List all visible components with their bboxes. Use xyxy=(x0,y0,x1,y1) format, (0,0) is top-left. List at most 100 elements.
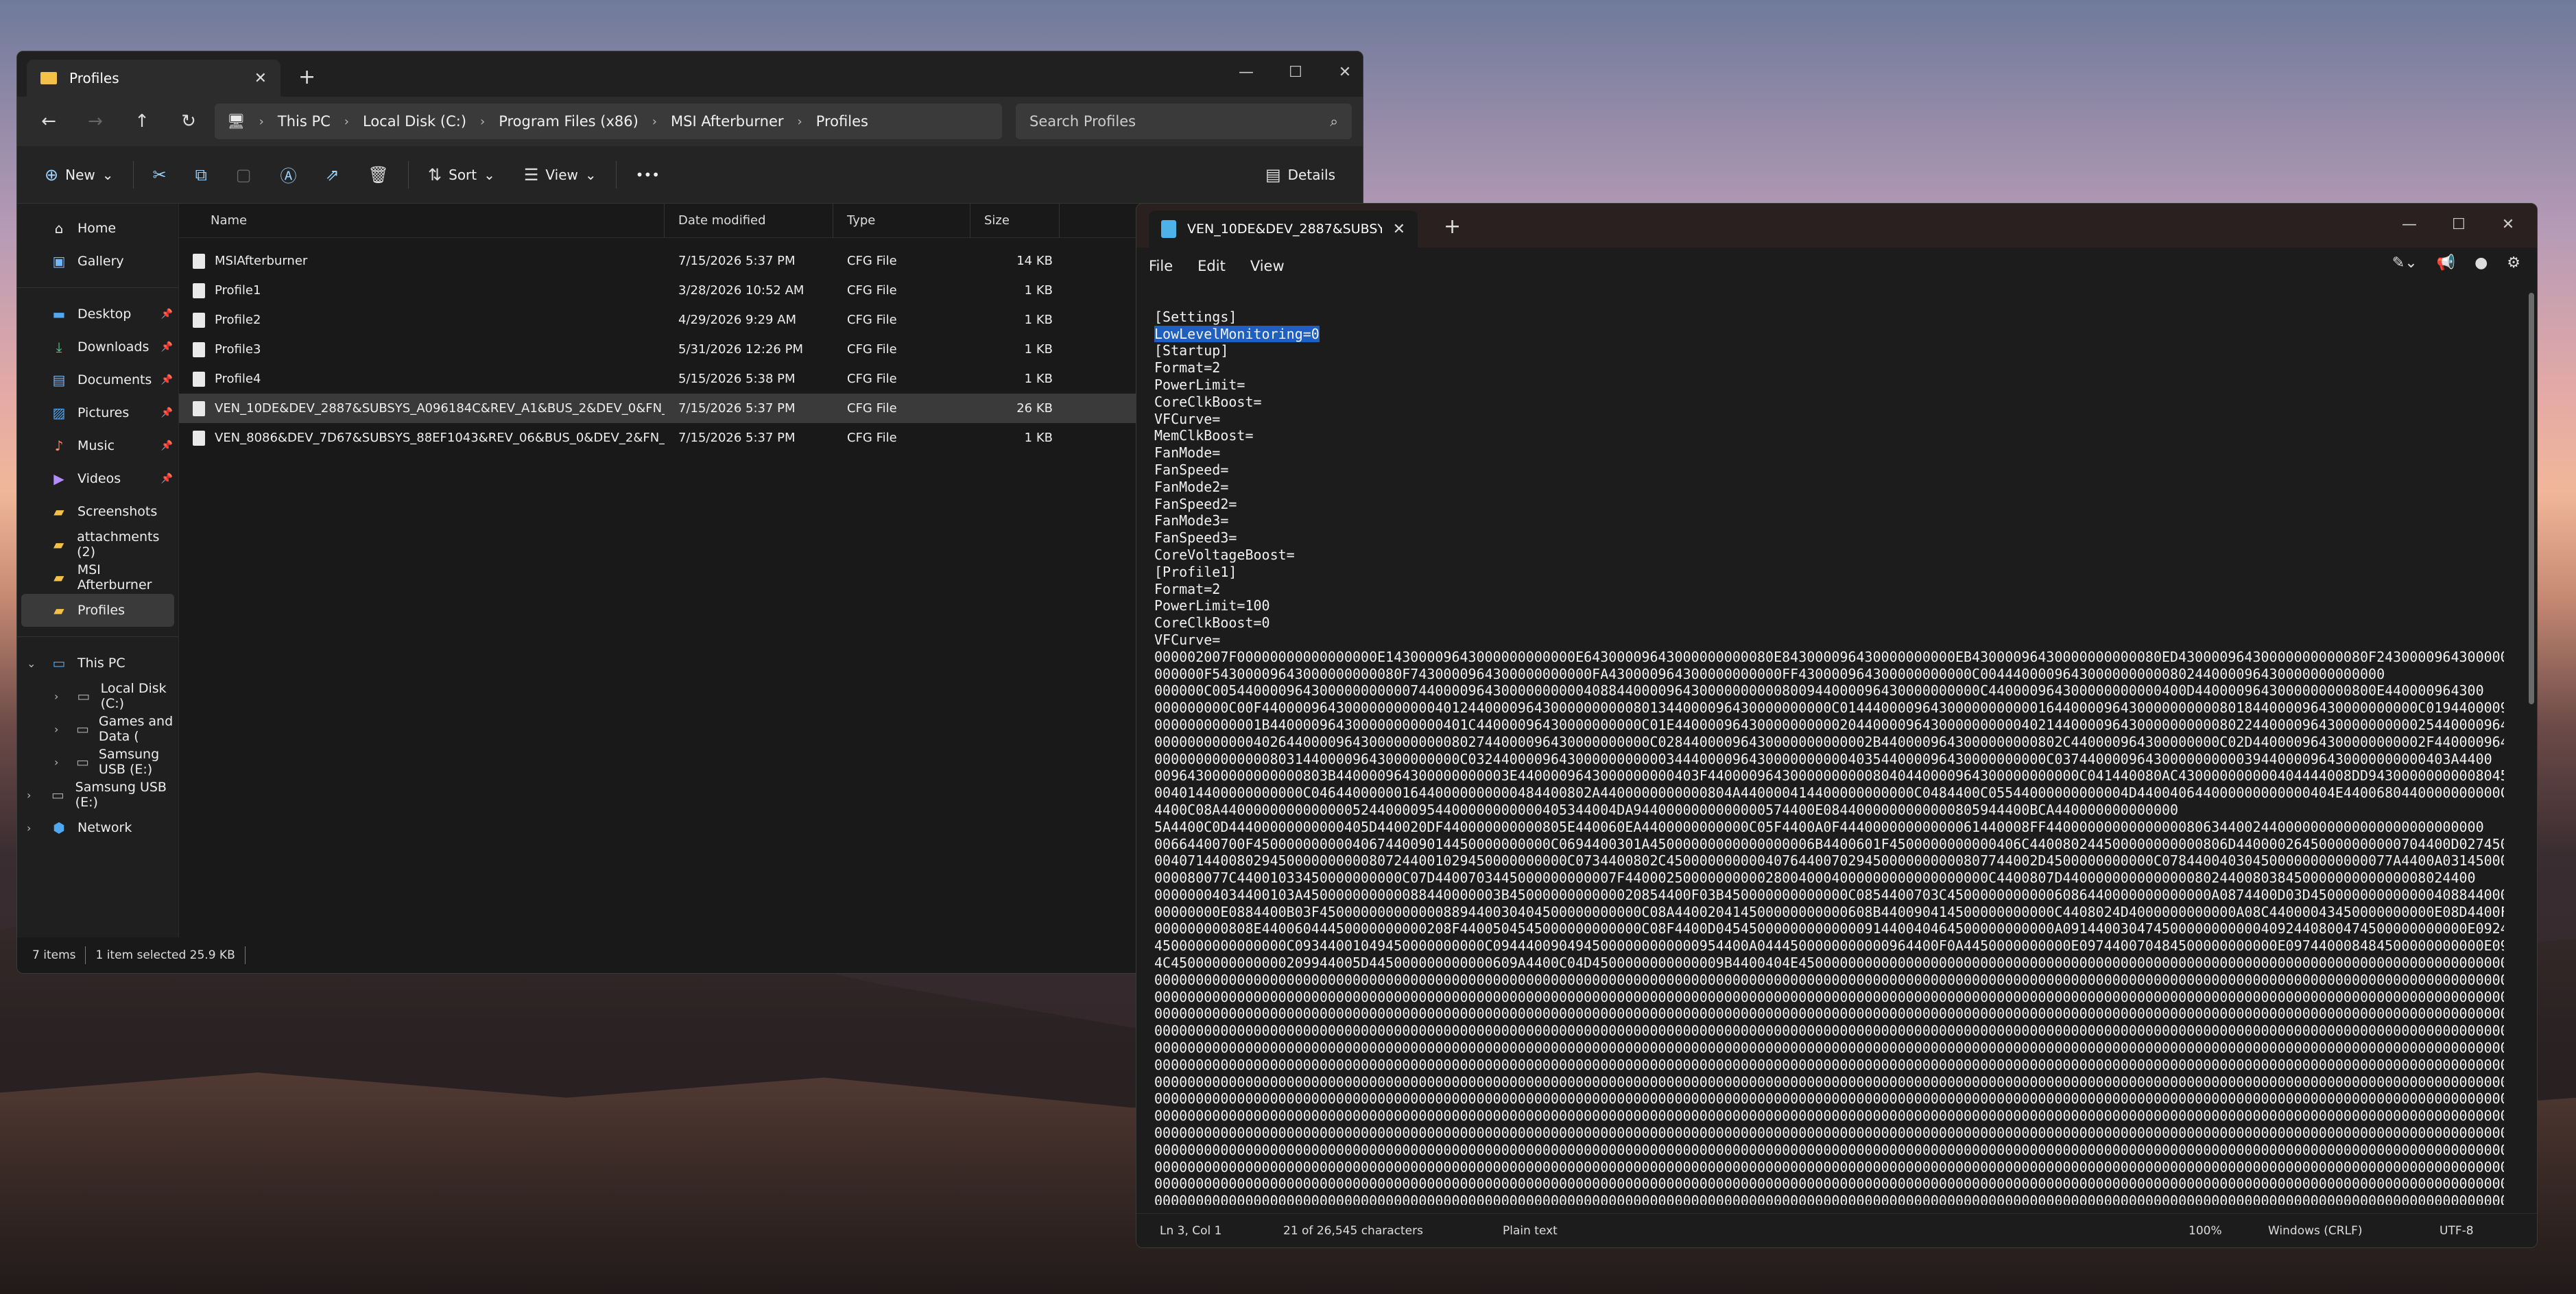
details-button[interactable]: ▤ Details xyxy=(1256,154,1345,195)
chevron-down-icon[interactable]: ⌄ xyxy=(27,657,36,670)
editor-hex-line: 000002007F00000000000000000E143000096430… xyxy=(1154,648,2504,665)
search-input[interactable]: Search Profiles ⌕ xyxy=(1016,104,1352,139)
file-name: Profile2 xyxy=(215,313,261,327)
gear-icon[interactable]: ⚙ xyxy=(2507,254,2520,272)
text-editor[interactable]: [Settings] LowLevelMonitoring=0 [Startup… xyxy=(1154,291,2504,1205)
chevron-right-icon[interactable]: › xyxy=(344,115,349,129)
chevron-right-icon[interactable]: › xyxy=(27,822,31,835)
breadcrumb-this-pc[interactable]: This PC xyxy=(278,113,331,130)
close-tab-icon[interactable]: ✕ xyxy=(1393,221,1405,238)
nav-item-videos[interactable]: ▶ Videos 📌 xyxy=(17,462,178,495)
chevron-right-icon[interactable]: › xyxy=(27,789,31,802)
file-date: 7/15/2026 5:37 PM xyxy=(678,431,796,445)
nav-item-msi-afterburner[interactable]: ▰ MSI Afterburner xyxy=(17,561,178,594)
new-button[interactable]: ⊕ New ⌄ xyxy=(35,154,123,195)
new-tab-button[interactable]: + xyxy=(298,65,315,89)
nav-item-samsung-usb[interactable]: › ▭ Samsung USB (E:) xyxy=(17,745,178,778)
nav-item-games-and-data[interactable]: › ▭ Games and Data ( xyxy=(17,712,178,745)
chevron-right-icon[interactable]: › xyxy=(54,756,58,769)
file-name: Profile3 xyxy=(215,342,261,357)
maximize-icon[interactable]: ☐ xyxy=(1271,57,1320,87)
editor-hex-line: 0000000000000000000000000000000000000000… xyxy=(1154,1040,2504,1057)
nav-item-screenshots[interactable]: ▰ Screenshots xyxy=(17,495,178,528)
more-options-button[interactable]: ••• xyxy=(626,154,669,195)
breadcrumb-program-files[interactable]: Program Files (x86) xyxy=(499,113,639,130)
column-header-name[interactable]: Name xyxy=(179,203,665,238)
nav-item-downloads[interactable]: ⤓ Downloads 📌 xyxy=(17,331,178,363)
minimize-icon[interactable]: — xyxy=(2385,209,2434,239)
refresh-icon[interactable]: ↻ xyxy=(168,104,209,139)
documents-icon: ▤ xyxy=(52,372,66,388)
rename-button[interactable]: Ⓐ xyxy=(270,154,306,195)
close-window-icon[interactable]: ✕ xyxy=(2483,209,2533,239)
column-header-date[interactable]: Date modified xyxy=(665,203,833,238)
chevron-right-icon[interactable]: › xyxy=(480,115,485,129)
share-button[interactable]: ⇗ xyxy=(315,154,348,195)
vertical-scrollbar[interactable] xyxy=(2529,293,2534,704)
line-ending: Windows (CRLF) xyxy=(2268,1223,2363,1238)
notepad-tab[interactable]: VEN_10DE&DEV_2887&SUBSYS_AC ✕ xyxy=(1149,211,1418,248)
menu-view[interactable]: View xyxy=(1250,258,1285,274)
nav-item-documents[interactable]: ▤ Documents 📌 xyxy=(17,363,178,396)
cut-button[interactable]: ✂ xyxy=(143,154,176,195)
nav-item-gallery[interactable]: ▣ Gallery xyxy=(17,245,178,278)
nav-label: attachments (2) xyxy=(77,529,160,560)
copilot-icon[interactable]: ✎⌄ xyxy=(2392,254,2418,272)
chevron-right-icon[interactable]: › xyxy=(54,690,58,703)
computer-icon: 🖥 xyxy=(227,112,246,130)
chevron-right-icon[interactable]: › xyxy=(798,115,802,129)
notepad-tab-title: VEN_10DE&DEV_2887&SUBSYS_AC xyxy=(1187,221,1382,237)
up-arrow-icon[interactable]: ↑ xyxy=(121,104,163,139)
nav-label: Gallery xyxy=(77,254,124,269)
editor-hex-line: 000000000C00F440000964300000000000401244… xyxy=(1154,699,2504,717)
breadcrumb-local-disk[interactable]: Local Disk (C:) xyxy=(363,113,466,130)
editor-line: FanSpeed= xyxy=(1154,461,1229,478)
editor-line: FanSpeed2= xyxy=(1154,495,1237,512)
forward-arrow-icon[interactable]: → xyxy=(75,104,116,139)
breadcrumb-profiles[interactable]: Profiles xyxy=(816,113,868,130)
breadcrumb[interactable]: 🖥 › This PC › Local Disk (C:) › Program … xyxy=(215,104,1002,139)
account-icon[interactable]: ● xyxy=(2474,254,2488,272)
nav-item-network[interactable]: › ⬢ Network xyxy=(17,811,178,844)
new-tab-button[interactable]: + xyxy=(1444,215,1461,239)
menu-edit[interactable]: Edit xyxy=(1197,258,1226,274)
file-size: 1 KB xyxy=(1024,372,1053,386)
back-arrow-icon[interactable]: ← xyxy=(28,104,69,139)
editor-line: FanMode3= xyxy=(1154,512,1229,529)
column-header-type[interactable]: Type xyxy=(833,203,970,238)
close-window-icon[interactable]: ✕ xyxy=(1320,57,1363,87)
chevron-right-icon[interactable]: › xyxy=(54,723,58,736)
copy-button[interactable]: ⧉ xyxy=(186,154,217,195)
column-header-size[interactable]: Size xyxy=(970,203,1060,238)
view-button[interactable]: ☰ View ⌄ xyxy=(514,154,606,195)
folder-icon: ▰ xyxy=(53,503,64,520)
nav-item-home[interactable]: ⌂ Home xyxy=(17,212,178,245)
announcement-icon[interactable]: 📢 xyxy=(2437,254,2455,272)
nav-item-desktop[interactable]: ▬ Desktop 📌 xyxy=(17,298,178,331)
explorer-tab[interactable]: Profiles ✕ xyxy=(27,60,281,97)
minimize-icon[interactable]: — xyxy=(1221,57,1271,87)
chevron-right-icon[interactable]: › xyxy=(259,115,264,129)
nav-item-pictures[interactable]: ▨ Pictures 📌 xyxy=(17,396,178,429)
sort-label: Sort xyxy=(449,166,477,183)
nav-item-samsung-usb-root[interactable]: › ▭ Samsung USB (E:) xyxy=(17,778,178,811)
paste-button[interactable]: ▢ xyxy=(226,154,261,195)
delete-button[interactable]: 🗑 xyxy=(359,154,398,195)
desktop-icon: ▬ xyxy=(52,306,66,322)
maximize-icon[interactable]: ☐ xyxy=(2434,209,2483,239)
sort-button[interactable]: ⇅ Sort ⌄ xyxy=(418,154,505,195)
breadcrumb-msi-afterburner[interactable]: MSI Afterburner xyxy=(671,113,784,130)
menu-file[interactable]: File xyxy=(1149,258,1173,274)
nav-item-this-pc[interactable]: ⌄ ▭ This PC xyxy=(17,647,178,680)
nav-item-profiles[interactable]: ▰ Profiles xyxy=(21,594,174,627)
close-tab-icon[interactable]: ✕ xyxy=(254,70,267,87)
nav-label: Downloads xyxy=(77,339,150,355)
file-size: 1 KB xyxy=(1024,283,1053,298)
editor-hex-line: 0000000000001B440000964300000000000401C4… xyxy=(1154,716,2504,733)
window-controls: — ☐ ✕ xyxy=(2385,209,2533,239)
nav-item-attachments[interactable]: ▰ attachments (2) xyxy=(17,528,178,561)
zoom-level: 100% xyxy=(2189,1223,2222,1238)
nav-item-music[interactable]: ♪ Music 📌 xyxy=(17,429,178,462)
chevron-right-icon[interactable]: › xyxy=(652,115,657,129)
nav-item-local-disk[interactable]: › ▭ Local Disk (C:) xyxy=(17,680,178,712)
